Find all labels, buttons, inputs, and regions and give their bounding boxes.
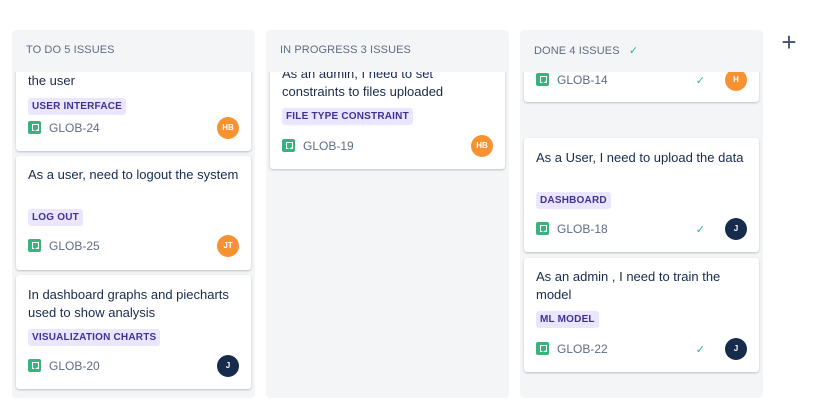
issue-card[interactable]: GLOB-14 ✓ H [524,72,759,102]
story-icon [28,359,41,372]
issue-card[interactable]: As an admin, I need to set constraints t… [270,72,505,169]
column-header[interactable]: TO DO 5 ISSUES [12,30,255,72]
check-icon: ✓ [695,344,705,356]
card-footer: GLOB-24 HB [28,117,239,139]
avatar[interactable]: J [725,338,747,360]
card-label: ML MODEL [536,311,599,328]
check-icon: ✓ [695,75,705,87]
card-footer: GLOB-14 ✓ H [536,72,747,91]
check-icon: ✓ [628,45,639,57]
issue-key[interactable]: GLOB-20 [49,359,100,373]
column-body: the user USER INTERFACE GLOB-24 HB As a … [12,72,255,398]
issue-key[interactable]: GLOB-22 [557,342,608,356]
story-icon [28,121,41,134]
story-icon [536,73,549,86]
avatar[interactable]: JT [217,235,239,257]
card-title: As an admin , I need to train the model [536,269,721,302]
story-icon [282,139,295,152]
column-title: DONE 4 ISSUES [534,45,620,57]
story-icon [536,222,549,235]
issue-card[interactable]: As an admin , I need to train the model … [524,258,759,372]
column-header[interactable]: DONE 4 ISSUES ✓ [520,30,763,72]
column-body: As an admin, I need to set constraints t… [266,72,509,398]
issue-key[interactable]: GLOB-24 [49,121,100,135]
issue-card[interactable]: As a user, need to logout the system LOG… [16,156,251,270]
card-label: LOG OUT [28,209,83,226]
avatar[interactable]: HB [217,117,239,139]
column-header[interactable]: IN PROGRESS 3 ISSUES [266,30,509,72]
card-label: VISUALIZATION CHARTS [28,329,161,346]
issue-key[interactable]: GLOB-18 [557,222,608,236]
avatar[interactable]: H [725,72,747,91]
card-title: As a user, need to logout the system [28,167,239,182]
column-title: TO DO 5 ISSUES [26,44,115,56]
card-label: FILE TYPE CONSTRAINT [282,108,413,125]
column-todo: TO DO 5 ISSUES the user USER INTERFACE G… [12,30,255,398]
column-in-progress: IN PROGRESS 3 ISSUES As an admin, I need… [266,30,509,398]
card-footer: GLOB-25 JT [28,235,239,257]
card-title: the user [28,73,75,88]
card-label: USER INTERFACE [28,98,127,115]
avatar[interactable]: HB [471,135,493,157]
issue-card[interactable]: As a User, I need to upload the data DAS… [524,138,759,252]
column-done: DONE 4 ISSUES ✓ GLOB-14 ✓ H As a User, I… [520,30,763,398]
check-icon: ✓ [695,224,705,236]
card-title: As an admin, I need to set constraints t… [282,72,444,99]
issue-key[interactable]: GLOB-19 [303,139,354,153]
card-title: In dashboard graphs and piecharts used t… [28,287,229,320]
story-icon [28,239,41,252]
kanban-board: TO DO 5 ISSUES the user USER INTERFACE G… [0,0,821,420]
issue-key[interactable]: GLOB-14 [557,73,608,87]
plus-icon: + [781,27,797,57]
avatar[interactable]: J [725,218,747,240]
card-footer: GLOB-22 ✓ J [536,338,747,360]
card-footer: GLOB-20 J [28,355,239,377]
card-footer: GLOB-18 ✓ J [536,218,747,240]
card-footer: GLOB-19 HB [282,135,493,157]
card-label: DASHBOARD [536,192,611,209]
avatar[interactable]: J [217,355,239,377]
column-title: IN PROGRESS 3 ISSUES [280,44,411,56]
card-title: As a User, I need to upload the data [536,150,744,165]
add-column-button[interactable]: + [775,27,803,58]
story-icon [536,342,549,355]
issue-card[interactable]: In dashboard graphs and piecharts used t… [16,275,251,389]
issue-key[interactable]: GLOB-25 [49,239,100,253]
column-body: GLOB-14 ✓ H As a User, I need to upload … [520,72,763,398]
issue-card[interactable]: the user USER INTERFACE GLOB-24 HB [16,72,251,151]
